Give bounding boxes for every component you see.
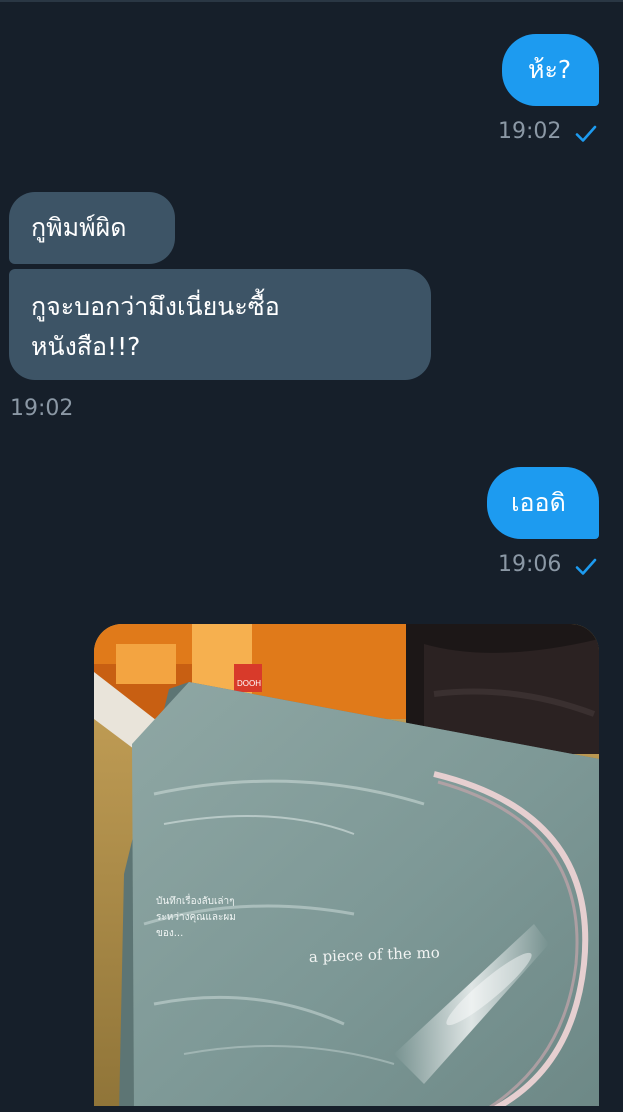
message-text: เออดิ [511,488,566,517]
message-timestamp: 19:02 [498,119,562,144]
top-divider [0,0,623,2]
message-text-line: หนังสือ!!? [31,332,141,361]
message-timestamp: 19:02 [10,396,74,421]
book-subtitle-line: ระหว่างคุณและผม [156,912,236,923]
message-timestamp: 19:06 [498,552,562,577]
message-text-line: กูจะบอกว่ามึงเนี่ยนะซื้อ [31,292,280,321]
bottom-edge [0,1106,623,1112]
sticker-text: DOOH [237,679,261,688]
check-icon [575,125,597,142]
photo-message[interactable]: DOOH บันทึกเรื่องลับเล่าๆ ระหว่างคุณและผ… [94,624,599,1112]
outgoing-message-bubble[interactable]: เออดิ [487,467,599,539]
incoming-message-bubble[interactable]: กูพิมพ์ผิด [9,192,175,264]
book-photo: DOOH บันทึกเรื่องลับเล่าๆ ระหว่างคุณและผ… [94,624,599,1112]
dm-conversation-screen: ห้ะ? 19:02 กูพิมพ์ผิด กูจะบอกว่ามึงเนี่ย… [0,0,623,1112]
check-icon [575,558,597,575]
outgoing-message-bubble[interactable]: ห้ะ? [502,34,599,106]
book-subtitle-line: ของ... [156,928,183,939]
message-text: กูพิมพ์ผิด [31,213,127,242]
incoming-message-bubble[interactable]: กูจะบอกว่ามึงเนี่ยนะซื้อ หนังสือ!!? [9,269,431,380]
book-subtitle-line: บันทึกเรื่องลับเล่าๆ [156,893,235,907]
message-text: ห้ะ? [528,55,572,84]
